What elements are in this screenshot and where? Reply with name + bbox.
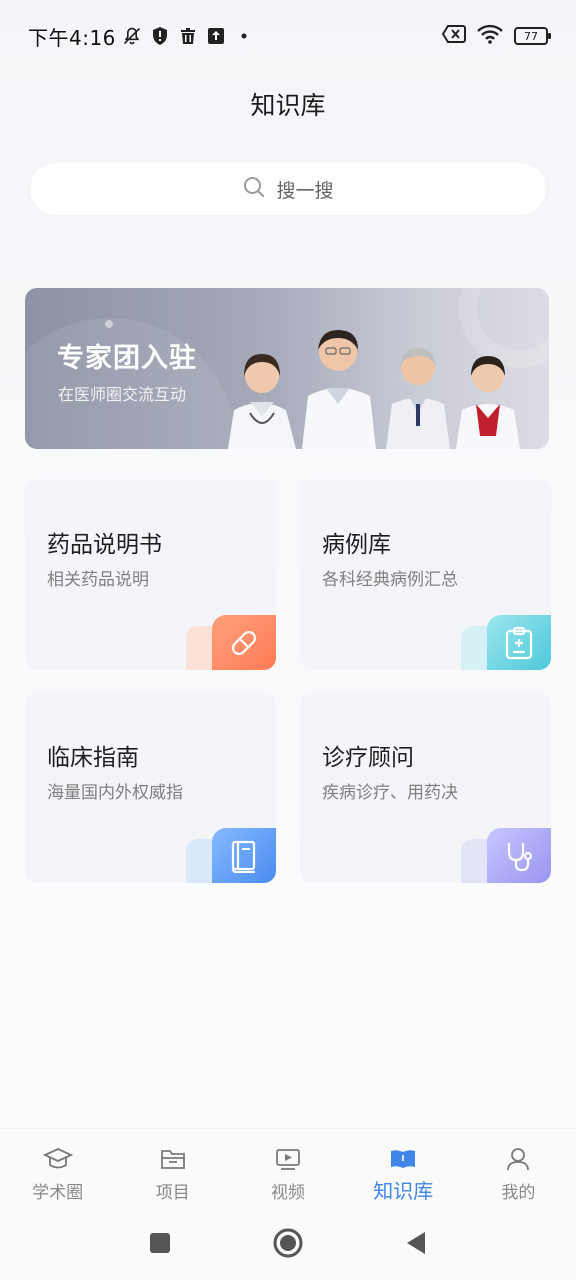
tab-videos[interactable]: 视频 xyxy=(230,1129,345,1210)
dot-icon xyxy=(234,26,254,46)
sim-off-icon xyxy=(441,25,466,47)
video-play-icon xyxy=(272,1145,304,1173)
shield-icon xyxy=(150,26,170,46)
doctors-illustration xyxy=(228,330,520,449)
battery-level: 77 xyxy=(524,29,538,43)
page-title: 知识库 xyxy=(250,91,326,120)
expert-team-banner[interactable]: 专家团入驻 在医师圈交流互动 xyxy=(25,288,549,449)
stethoscope-icon xyxy=(487,828,551,883)
card-subtitle: 疾病诊疗、用药决 xyxy=(322,783,458,803)
square-nav-icon[interactable] xyxy=(148,1231,172,1259)
upload-icon xyxy=(206,26,226,46)
card-title: 药品说明书 xyxy=(47,532,162,558)
wifi-icon xyxy=(476,24,504,48)
card-clinical-guidelines[interactable]: 临床指南 海量国内外权威指 xyxy=(25,692,276,883)
status-time: 下午4:16 xyxy=(28,25,116,50)
search-icon xyxy=(242,175,266,203)
tab-label: 项目 xyxy=(155,1183,190,1203)
home-circle-icon[interactable] xyxy=(272,1227,304,1263)
status-icons-left xyxy=(122,26,254,46)
card-case-library[interactable]: 病例库 各科经典病例汇总 xyxy=(300,479,551,670)
card-title: 诊疗顾问 xyxy=(322,745,414,771)
tab-label: 我的 xyxy=(501,1183,536,1203)
graduation-cap-icon xyxy=(42,1145,74,1173)
bell-muted-icon xyxy=(122,26,142,46)
card-drug-instructions[interactable]: 药品说明书 相关药品说明 xyxy=(25,479,276,670)
tab-knowledge-base[interactable]: 知识库 xyxy=(346,1129,461,1210)
clipboard-icon xyxy=(487,615,551,670)
card-title: 病例库 xyxy=(322,532,391,558)
card-title: 临床指南 xyxy=(47,745,139,771)
tab-academic-circle[interactable]: 学术圈 xyxy=(0,1129,115,1210)
banner-title: 专家团入驻 xyxy=(57,343,197,374)
system-nav-bar xyxy=(0,1210,576,1280)
battery-icon: 77 xyxy=(514,27,551,45)
pill-icon xyxy=(212,615,276,670)
search-input[interactable]: 搜一搜 xyxy=(30,163,546,215)
card-subtitle: 海量国内外权威指 xyxy=(47,783,183,803)
folder-icon xyxy=(157,1145,189,1173)
card-subtitle: 各科经典病例汇总 xyxy=(322,570,458,590)
tab-label: 视频 xyxy=(271,1183,305,1203)
bottom-tab-bar: 学术圈 项目 视频 知识库 我的 xyxy=(0,1128,576,1210)
banner-decoration xyxy=(105,320,113,328)
trash-icon xyxy=(178,26,198,46)
card-diagnosis-advisor[interactable]: 诊疗顾问 疾病诊疗、用药决 xyxy=(300,692,551,883)
card-subtitle: 相关药品说明 xyxy=(47,570,149,590)
banner-subtitle: 在医师圈交流互动 xyxy=(58,385,187,404)
tab-projects[interactable]: 项目 xyxy=(115,1129,230,1210)
status-bar: 下午4:16 77 xyxy=(0,0,576,72)
book-icon xyxy=(212,828,276,883)
tab-mine[interactable]: 我的 xyxy=(461,1129,576,1210)
search-placeholder: 搜一搜 xyxy=(276,179,334,202)
tab-label: 知识库 xyxy=(373,1179,434,1203)
back-triangle-icon[interactable] xyxy=(404,1230,428,1260)
open-book-icon xyxy=(387,1145,419,1173)
status-icons-right: 77 xyxy=(441,24,551,48)
tab-label: 学术圈 xyxy=(32,1183,84,1203)
user-icon xyxy=(502,1145,534,1173)
